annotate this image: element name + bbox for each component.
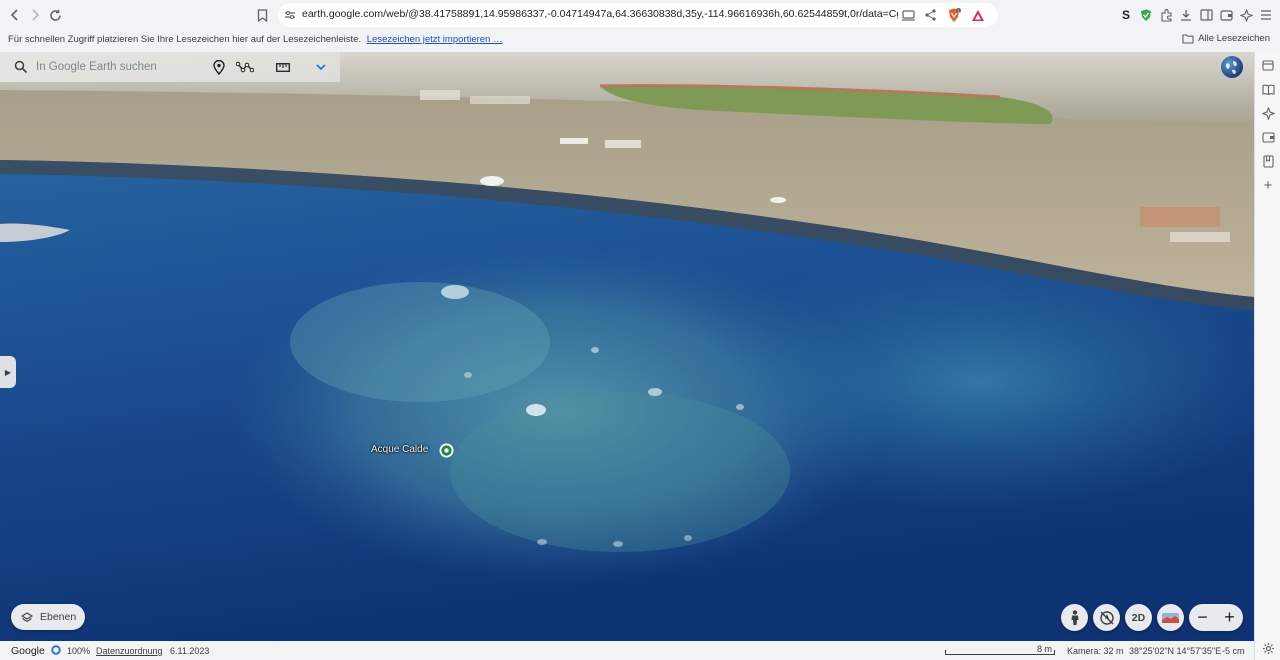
chevron-down-icon [316, 63, 326, 70]
earth-search-bar [0, 52, 340, 82]
forward-button[interactable] [25, 5, 45, 25]
shield-extension-icon[interactable] [1137, 6, 1155, 24]
cursor-coordinates: 38°25'02"N 14°57'35"E [1129, 646, 1222, 656]
elevation-readout: -5 cm [1222, 646, 1245, 656]
place-label[interactable]: Acque Calde [371, 444, 428, 455]
globe-icon [1226, 61, 1237, 74]
scrybe-extension-icon[interactable]: S [1117, 6, 1135, 24]
import-bookmarks-link[interactable]: Lesezeichen jetzt importieren … [367, 34, 503, 45]
compass-reset-icon [1099, 610, 1114, 625]
all-bookmarks-label: Alle Lesezeichen [1198, 33, 1270, 44]
bookmark-icon [257, 8, 267, 22]
sidebar-settings-gear-icon[interactable] [1260, 640, 1276, 656]
browser-toolbar: earth.google.com/web/@38.41758891,14.959… [0, 0, 1280, 30]
extensions-icon[interactable] [1157, 6, 1175, 24]
zoom-controls: − + [1189, 604, 1243, 631]
bookmark-star-button[interactable] [253, 6, 271, 24]
bookmarks-hint: Für schnellen Zugriff platzieren Sie Ihr… [8, 34, 502, 45]
bookmarks-bar: Für schnellen Zugriff platzieren Sie Ihr… [0, 30, 1280, 52]
chevron-right-icon: ▶ [4, 367, 12, 377]
bookmarks-hint-text: Für schnellen Zugriff platzieren Sie Ihr… [8, 34, 362, 45]
draw-path-button[interactable] [235, 58, 255, 76]
add-placemark-button[interactable] [209, 58, 229, 76]
panel-window-icon[interactable] [1260, 57, 1276, 73]
menu-icon[interactable] [1257, 6, 1275, 24]
placemark-pin-icon [213, 59, 225, 75]
reset-tilt-button[interactable] [1093, 604, 1120, 631]
download-icon[interactable] [1177, 6, 1195, 24]
reload-icon [49, 9, 61, 21]
account-globe-avatar[interactable] [1221, 56, 1243, 78]
url-text[interactable]: earth.google.com/web/@38.41758891,14.959… [302, 8, 898, 20]
photo-view-button[interactable] [1157, 604, 1184, 631]
bookmarks-sidebar-icon[interactable] [1260, 153, 1276, 169]
search-input[interactable] [36, 59, 196, 75]
brave-rewards-icon[interactable] [970, 7, 986, 23]
leo-ai-icon[interactable] [1237, 6, 1255, 24]
google-logo: Google [11, 645, 45, 657]
street-view-button[interactable] [1061, 604, 1088, 631]
add-panel-icon[interactable]: + [1260, 177, 1276, 194]
cast-icon[interactable] [900, 7, 916, 23]
earth-3d-viewport[interactable] [0, 52, 1254, 641]
zoom-out-button[interactable]: − [1191, 604, 1215, 631]
aerial-imagery[interactable] [0, 52, 1254, 641]
brave-shield-icon[interactable]: 1 [946, 7, 962, 23]
layers-icon [21, 611, 33, 622]
share-icon[interactable] [922, 7, 938, 23]
layers-button[interactable]: Ebenen [11, 604, 85, 630]
view-mode-button[interactable]: 2D [1125, 604, 1152, 631]
address-bar[interactable]: earth.google.com/web/@38.41758891,14.959… [278, 3, 998, 27]
wallet-icon[interactable] [1217, 6, 1235, 24]
layers-button-label: Ebenen [40, 611, 77, 623]
load-percent: 100% [67, 646, 91, 656]
expand-drawer-tab[interactable]: ▶ [0, 356, 16, 388]
ruler-icon [276, 62, 290, 72]
leo-sidebar-icon[interactable] [1260, 105, 1276, 121]
right-side-panel: + [1254, 52, 1280, 660]
earth-status-bar: Google 100% Datenzuordnung 6.11.2023 8 m… [0, 641, 1254, 660]
pegman-icon [1071, 609, 1078, 625]
forward-arrow-icon [32, 9, 40, 21]
back-arrow-icon [10, 9, 18, 21]
folder-icon [1182, 33, 1194, 44]
site-settings-icon[interactable] [282, 7, 298, 23]
camera-altitude: Kamera: 32 m [1067, 646, 1124, 656]
data-attribution-link[interactable]: Datenzuordnung [96, 646, 163, 656]
place-pin-icon[interactable] [439, 443, 454, 458]
wallet-sidebar-icon[interactable] [1260, 129, 1276, 145]
measure-button[interactable] [273, 58, 293, 76]
imagery-date: 6.11.2023 [170, 646, 210, 656]
search-icon[interactable] [14, 60, 28, 74]
reload-button[interactable] [45, 5, 65, 25]
back-button[interactable] [5, 5, 25, 25]
sidebar-toggle-icon[interactable] [1197, 6, 1215, 24]
all-bookmarks-button[interactable]: Alle Lesezeichen [1182, 33, 1270, 44]
path-polygon-icon [236, 61, 254, 73]
reading-list-icon[interactable] [1260, 81, 1276, 97]
loading-circle-icon [51, 645, 61, 657]
zoom-in-button[interactable]: + [1218, 604, 1242, 631]
landscape-thumbnail-icon [1162, 612, 1179, 623]
scale-bar [945, 650, 1055, 655]
more-tools-button[interactable] [311, 58, 331, 76]
